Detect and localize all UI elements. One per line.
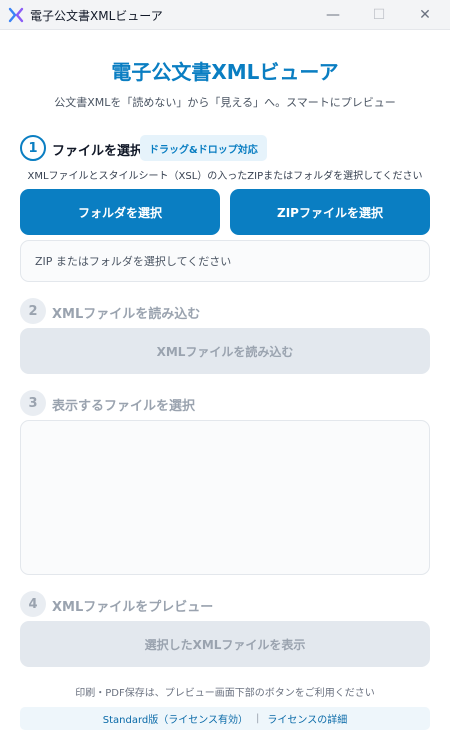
select-zip-button[interactable]: ZIPファイルを選択 <box>230 189 430 235</box>
step-1-hint: XMLファイルとスタイルシート（XSL）の入ったZIPまたはフォルダを選択してく… <box>27 171 423 182</box>
preview-xml-button[interactable]: 選択したXMLファイルを表示 <box>20 621 430 667</box>
file-list[interactable] <box>20 420 430 575</box>
app-logo-icon <box>8 7 24 23</box>
license-separator: | <box>256 713 260 724</box>
page-title: 電子公文書XMLビューア <box>111 60 339 84</box>
title-bar: 電子公文書XMLビューア — ☐ ✕ <box>0 0 450 30</box>
step-1-number: 1 <box>20 135 46 161</box>
select-folder-button[interactable]: フォルダを選択 <box>20 189 220 235</box>
step-4-title: XMLファイルをプレビュー <box>52 600 214 615</box>
maximize-button[interactable]: ☐ <box>356 0 402 30</box>
minimize-button[interactable]: — <box>310 0 356 30</box>
license-details-link[interactable]: ライセンスの詳細 <box>267 711 347 726</box>
step-3-title: 表示するファイルを選択 <box>52 399 196 414</box>
step-4-number: 4 <box>20 591 46 617</box>
selected-path-field[interactable]: ZIP またはフォルダを選択してください <box>20 240 430 282</box>
license-bar: Standard版（ライセンス有効） | ライセンスの詳細 <box>20 707 430 730</box>
load-xml-button[interactable]: XMLファイルを読み込む <box>20 328 430 374</box>
step-2-number: 2 <box>20 298 46 324</box>
page-subtitle: 公文書XMLを「読めない」から「見える」へ。スマートにプレビュー <box>54 96 396 109</box>
step-3-number: 3 <box>20 390 46 416</box>
step-2-title: XMLファイルを読み込む <box>52 307 201 322</box>
step-1-title: ファイルを選択 <box>52 144 144 159</box>
print-pdf-note: 印刷・PDF保存は、プレビュー画面下部のボタンをご利用ください <box>75 688 375 699</box>
drag-drop-badge: ドラッグ&ドロップ対応 <box>140 135 267 161</box>
window-title: 電子公文書XMLビューア <box>30 9 163 23</box>
license-status: Standard版（ライセンス有効） <box>102 715 249 726</box>
close-button[interactable]: ✕ <box>402 0 448 30</box>
